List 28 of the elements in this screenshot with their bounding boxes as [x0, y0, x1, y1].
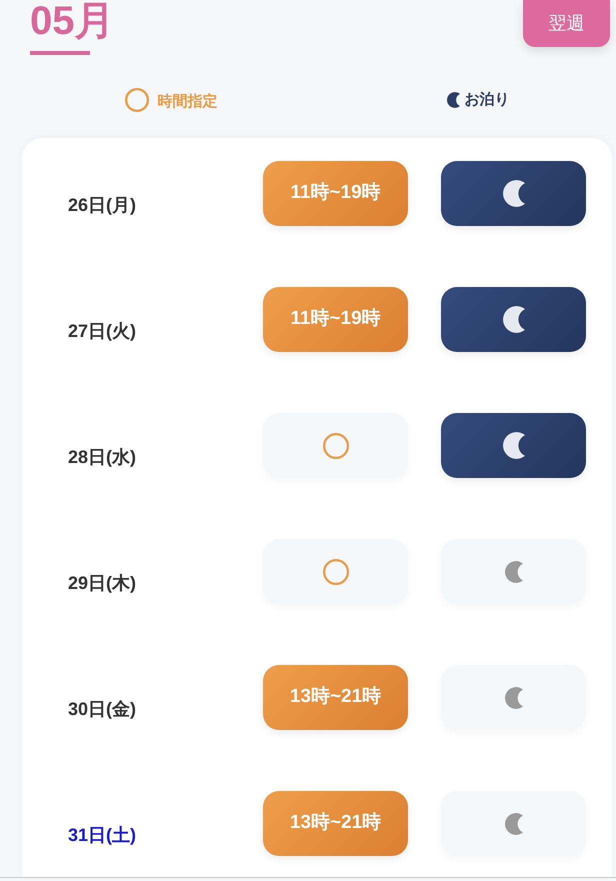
date-label: 26日(月) — [68, 195, 136, 215]
date-label: 31日(土) — [68, 825, 136, 845]
moon-icon — [504, 560, 522, 582]
moon-icon — [502, 180, 524, 207]
time-slot-button[interactable]: 13時~21時 — [263, 665, 408, 730]
circle-icon — [124, 88, 148, 112]
date-label: 27日(火) — [68, 321, 136, 341]
time-slot-button[interactable]: 11時~19時 — [263, 161, 408, 226]
legend-label: お泊り — [464, 90, 510, 110]
date-label: 30日(金) — [68, 699, 136, 719]
moon-icon — [504, 812, 522, 834]
circle-icon — [322, 432, 348, 458]
time-slot-button[interactable]: 13時~21時 — [263, 791, 408, 856]
overnight-button[interactable] — [441, 413, 586, 478]
moon-icon — [502, 432, 524, 459]
moon-icon — [504, 686, 522, 708]
date-label: 29日(木) — [68, 573, 136, 593]
month-title: 05月 — [29, 1, 114, 41]
date-label: 28日(水) — [68, 447, 136, 467]
circle-icon — [322, 558, 348, 584]
moon-icon — [502, 306, 524, 333]
moon-icon — [446, 92, 460, 108]
time-slot-button[interactable]: 11時~19時 — [263, 287, 408, 352]
overnight-button[interactable] — [441, 287, 586, 352]
overnight-button[interactable] — [441, 161, 586, 226]
next-week-button[interactable]: 翌週 — [523, 0, 610, 47]
legend-label: 時間指定 — [158, 92, 218, 112]
title-underline — [30, 51, 90, 55]
